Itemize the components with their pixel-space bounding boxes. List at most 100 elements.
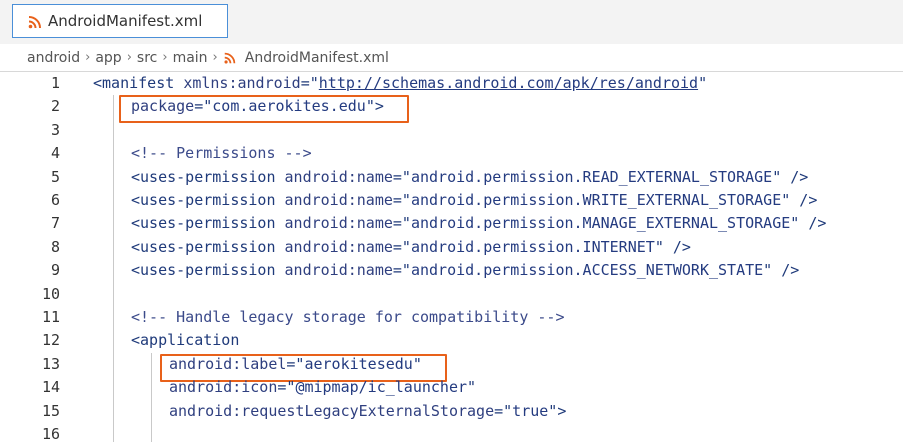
code-token: android:name	[284, 261, 393, 280]
code-line[interactable]: 11 <!-- Handle legacy storage for compati…	[0, 306, 903, 329]
code-text: android:label="aerokitesedu"	[169, 353, 422, 376]
line-number: 11	[41, 308, 60, 326]
code-line[interactable]: 14 android:icon="@mipmap/ic_launcher"	[0, 376, 903, 399]
breadcrumb: android › app › src › main › AndroidMani…	[0, 44, 903, 72]
code-token: android:label	[169, 354, 287, 373]
code-token: <uses-permission	[131, 167, 285, 186]
code-token: " />	[781, 191, 818, 209]
breadcrumb-android[interactable]: android	[27, 50, 80, 66]
line-number: 10	[41, 284, 60, 303]
code-line[interactable]: 9 <uses-permission android:name="android.…	[0, 259, 903, 282]
code-line[interactable]: 1 <manifest xmlns:android="http://schemas…	[0, 72, 903, 95]
code-token: " />	[772, 167, 809, 186]
breadcrumb-app[interactable]: app	[95, 50, 121, 66]
code-text: <uses-permission android:name="android.p…	[131, 259, 799, 282]
line-number: 5	[50, 167, 60, 186]
code-token: <uses-permission	[131, 237, 285, 256]
code-token: @mipmap/ic_launcher	[295, 378, 468, 397]
code-token[interactable]: http://schemas.android.com/apk/res/andro…	[319, 74, 698, 92]
line-number: 7	[50, 214, 60, 233]
code-text: <!-- Handle legacy storage for compatibi…	[131, 306, 564, 329]
code-line[interactable]: 8 <uses-permission android:name="android.…	[0, 236, 903, 259]
code-token: ="	[300, 74, 319, 92]
line-number: 2	[50, 97, 60, 116]
code-token: ="	[277, 378, 296, 397]
code-token: com.aerokites.edu	[212, 97, 366, 116]
tab-androidmanifest[interactable]: AndroidManifest.xml	[12, 4, 228, 38]
chevron-right-icon: ›	[85, 50, 91, 65]
code-token: <manifest	[93, 74, 184, 92]
code-line[interactable]: 16	[0, 423, 903, 446]
code-token: <application	[131, 331, 240, 350]
code-token: "	[467, 378, 477, 397]
code-line[interactable]: 13 android:label="aerokitesedu"	[0, 353, 903, 376]
code-token: android:name	[284, 237, 393, 256]
code-token: true	[512, 401, 549, 420]
code-token: android:icon	[169, 378, 278, 397]
code-text: <manifest xmlns:android="http://schemas.…	[93, 72, 707, 95]
line-number: 9	[50, 261, 60, 280]
code-token: <!-- Permissions -->	[131, 144, 312, 163]
code-token: android:name	[284, 167, 393, 186]
code-token: ">	[548, 401, 567, 420]
code-token: " />	[763, 261, 800, 280]
code-text: android:icon="@mipmap/ic_launcher"	[169, 376, 476, 399]
code-line[interactable]: 4 <!-- Permissions -->	[0, 142, 903, 165]
line-number: 8	[50, 237, 60, 256]
code-text: <application	[131, 329, 239, 352]
code-text: package="com.aerokites.edu">	[131, 95, 384, 118]
code-token: android.permission.INTERNET	[410, 237, 655, 256]
code-text: <!-- Permissions -->	[131, 142, 312, 165]
code-text: <uses-permission android:name="android.p…	[131, 212, 826, 235]
code-token: ="	[392, 261, 411, 280]
code-token: <uses-permission	[131, 261, 285, 280]
code-token: ="	[194, 97, 213, 116]
breadcrumb-file[interactable]: AndroidManifest.xml	[245, 50, 389, 66]
code-token: ">	[365, 97, 384, 116]
code-token: <uses-permission	[131, 214, 285, 233]
code-line[interactable]: 5 <uses-permission android:name="android.…	[0, 166, 903, 189]
code-token: android:requestLegacyExternalStorage	[169, 401, 495, 420]
code-line[interactable]: 2 package="com.aerokites.edu">	[0, 95, 903, 118]
rss-xml-icon	[28, 16, 41, 29]
line-number: 13	[41, 354, 60, 373]
code-text: <uses-permission android:name="android.p…	[131, 236, 691, 259]
code-line[interactable]: 3	[0, 119, 903, 142]
chevron-right-icon: ›	[126, 50, 132, 65]
line-number: 16	[41, 425, 60, 443]
code-token: <!-- Handle legacy storage for compatibi…	[131, 308, 565, 326]
chevron-right-icon: ›	[212, 50, 218, 65]
code-token: android.permission.MANAGE_EXTERNAL_STORA…	[410, 214, 791, 233]
line-number: 15	[41, 401, 60, 420]
line-number: 3	[50, 120, 60, 139]
code-line[interactable]: 15 android:requestLegacyExternalStorage="…	[0, 400, 903, 423]
code-token: xmlns:android	[183, 74, 301, 92]
code-text: <uses-permission android:name="android.p…	[131, 166, 808, 189]
code-text: android:requestLegacyExternalStorage="tr…	[169, 400, 566, 423]
code-token: package	[131, 97, 195, 116]
line-number: 4	[50, 144, 60, 163]
code-token: android.permission.ACCESS_NETWORK_STATE	[410, 261, 764, 280]
code-token: android:name	[284, 191, 393, 209]
code-editor[interactable]: 1 <manifest xmlns:android="http://schemas…	[0, 72, 903, 443]
code-token: ="	[494, 401, 513, 420]
breadcrumb-main[interactable]: main	[173, 50, 208, 66]
code-token: "	[698, 74, 708, 92]
code-token: "	[412, 354, 422, 373]
line-number: 1	[50, 74, 60, 92]
code-line[interactable]: 6 <uses-permission android:name="android.…	[0, 189, 903, 212]
code-token: " />	[654, 237, 691, 256]
rss-xml-icon	[224, 52, 235, 64]
line-number: 6	[50, 191, 60, 209]
line-number: 12	[41, 331, 60, 350]
code-line[interactable]: 10	[0, 283, 903, 306]
editor-tab-bar: AndroidManifest.xml	[0, 0, 903, 44]
chevron-right-icon: ›	[162, 50, 168, 65]
code-token: <uses-permission	[131, 191, 285, 209]
code-token: ="	[392, 167, 411, 186]
code-token: android.permission.READ_EXTERNAL_STORAGE	[410, 167, 773, 186]
breadcrumb-src[interactable]: src	[137, 50, 157, 66]
code-line[interactable]: 12 <application	[0, 329, 903, 352]
code-token: ="	[286, 354, 305, 373]
code-line[interactable]: 7 <uses-permission android:name="android.…	[0, 212, 903, 235]
